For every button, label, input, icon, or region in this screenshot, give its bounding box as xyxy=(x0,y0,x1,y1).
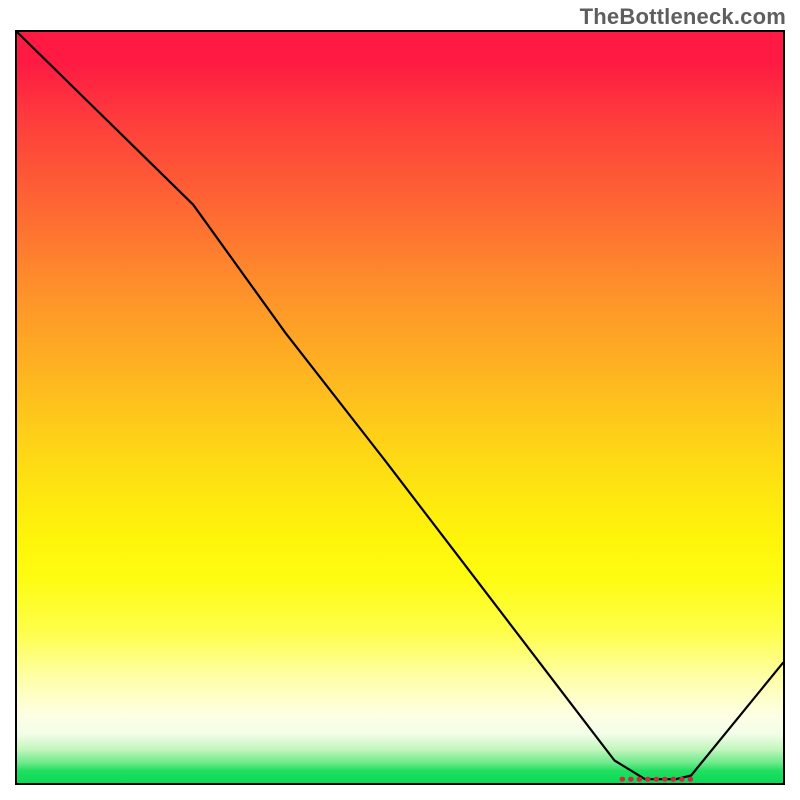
chart-container: TheBottleneck.com xyxy=(0,0,800,800)
line-plot-svg xyxy=(17,32,783,783)
watermark-text: TheBottleneck.com xyxy=(580,4,786,30)
bottleneck-curve xyxy=(17,32,783,779)
chart-frame xyxy=(15,30,785,785)
